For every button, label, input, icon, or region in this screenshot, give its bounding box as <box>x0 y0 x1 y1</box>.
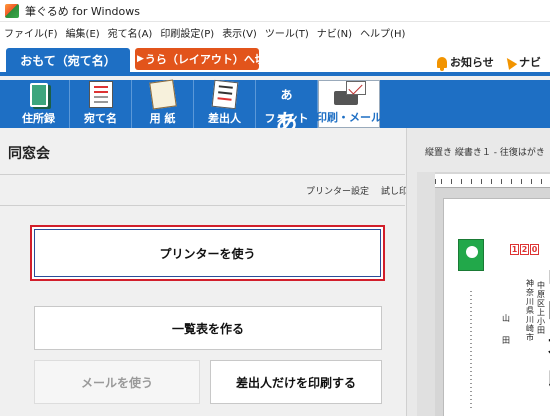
main-toolbar: 住所録 宛て名 用 紙 差出人 ああ フォント 印刷・メール <box>0 79 550 136</box>
app-logo-icon <box>5 3 19 18</box>
menu-print-settings[interactable]: 印刷設定(P) <box>160 25 214 40</box>
use-printer-label: プリンターを使う <box>159 246 256 261</box>
navi-button[interactable]: ナビ <box>502 54 541 70</box>
postal-digit: 1 <box>510 244 519 255</box>
vertical-ruler <box>417 172 435 416</box>
postal-code: 1 2 0 <box>510 244 539 255</box>
printer-settings-link[interactable]: プリンター設定 <box>306 184 369 197</box>
horizontal-ruler <box>435 174 550 188</box>
cursor-icon <box>502 54 518 70</box>
font-icon: ああ <box>275 88 298 136</box>
tool-paper[interactable]: 用 紙 <box>132 79 194 128</box>
menu-file[interactable]: ファイル(F) <box>4 25 58 40</box>
notice-label: お知らせ <box>450 56 494 69</box>
paper-icon <box>148 79 178 110</box>
address-card-icon <box>86 79 116 108</box>
bell-icon <box>437 56 447 71</box>
print-mail-icon <box>334 79 366 107</box>
preview-panel: 縦置き 縦書き１ - 往復はがき 1 2 0 山 田 太 郎 神奈川県川崎市 中… <box>406 128 550 416</box>
postcard-preview: 1 2 0 山 田 太 郎 神奈川県川崎市 中原区上小田 山 田 <box>443 198 550 416</box>
menu-tools[interactable]: ツール(T) <box>265 25 309 40</box>
tool-label: 用 紙 <box>149 112 176 125</box>
preview-title: 縦置き 縦書き１ - 往復はがき <box>425 148 545 158</box>
sender-icon <box>210 79 240 110</box>
divider <box>0 205 405 206</box>
tool-font[interactable]: ああ フォント <box>256 80 318 136</box>
triangle-right-icon: ▶ <box>137 54 144 64</box>
navi-label: ナビ <box>519 56 541 69</box>
sender-name: 山 田 <box>502 314 510 345</box>
tool-sender[interactable]: 差出人 <box>194 79 256 128</box>
menu-navi[interactable]: ナビ(N) <box>317 25 352 40</box>
menu-help[interactable]: ヘルプ(H) <box>360 25 405 40</box>
divider <box>0 174 405 175</box>
print-sender-only-button[interactable]: 差出人だけを印刷する <box>210 360 382 404</box>
recipient-address-line2: 中原区上小田 <box>537 281 545 335</box>
preview-header: 縦置き 縦書き１ - 往復はがき <box>407 128 550 174</box>
tool-address-name[interactable]: 宛て名 <box>70 80 132 128</box>
menu-address[interactable]: 宛て名(A) <box>108 25 153 40</box>
menu-edit[interactable]: 編集(E) <box>66 25 100 40</box>
address-group-title: 同窓会 <box>8 146 50 162</box>
panel-header: 同窓会 <box>0 128 405 174</box>
guide-dots <box>470 291 472 411</box>
switch-to-back-layout-button[interactable]: ▶ うら（レイアウト）へ切替 <box>135 48 259 70</box>
tool-label: 住所録 <box>22 112 55 125</box>
tool-label: 宛て名 <box>84 112 117 125</box>
address-book-icon <box>24 80 54 108</box>
menu-bar: ファイル(F) 編集(E) 宛て名(A) 印刷設定(P) 表示(V) ツール(T… <box>0 22 550 42</box>
stamp-icon <box>458 239 484 271</box>
postal-digit: 0 <box>530 244 539 255</box>
menu-view[interactable]: 表示(V) <box>222 25 257 40</box>
make-list-button[interactable]: 一覧表を作る <box>34 306 382 350</box>
tab-front-address[interactable]: おもて（宛て名） <box>6 48 130 72</box>
tool-label: 印刷・メール <box>316 111 382 124</box>
print-options-panel: 同窓会 プリンター設定 試し印刷 プリンターを使う 一覧表を作る メールを使う … <box>0 128 417 416</box>
panel-links: プリンター設定 試し印刷 <box>306 184 417 197</box>
window-title: 筆ぐるめ for Windows <box>25 4 141 18</box>
notice-button[interactable]: お知らせ <box>437 54 494 71</box>
use-mail-button[interactable]: メールを使う <box>34 360 200 404</box>
postal-digit: 2 <box>520 244 529 255</box>
recipient-address: 神奈川県川崎市 <box>526 279 534 342</box>
tool-print-mail[interactable]: 印刷・メール <box>316 79 382 128</box>
switch-label: うら（レイアウト）へ切替 <box>144 53 259 66</box>
tool-address-book[interactable]: 住所録 <box>8 80 70 128</box>
title-bar: 筆ぐるめ for Windows <box>0 0 550 22</box>
use-printer-button[interactable]: プリンターを使う <box>30 225 385 281</box>
mode-tab-row: おもて（宛て名） ▶ うら（レイアウト）へ切替 お知らせ ナビ <box>0 42 550 76</box>
tool-label: 差出人 <box>208 112 241 125</box>
